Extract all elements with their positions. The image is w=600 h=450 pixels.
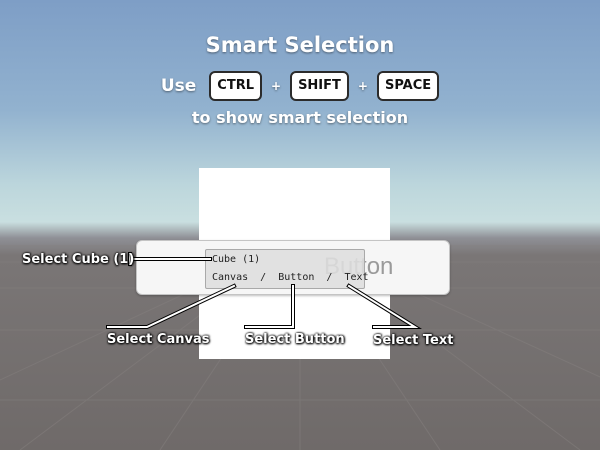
callout-select-cube: Select Cube (1) [22, 252, 135, 267]
callout-lines [106, 252, 423, 329]
callout-select-canvas: Select Canvas [107, 332, 210, 347]
callout-select-text: Select Text [373, 333, 454, 348]
callout-select-button: Select Button [245, 332, 345, 347]
scene-viewport[interactable]: Smart Selection Use CTRL + SHIFT + SPACE… [0, 0, 600, 450]
